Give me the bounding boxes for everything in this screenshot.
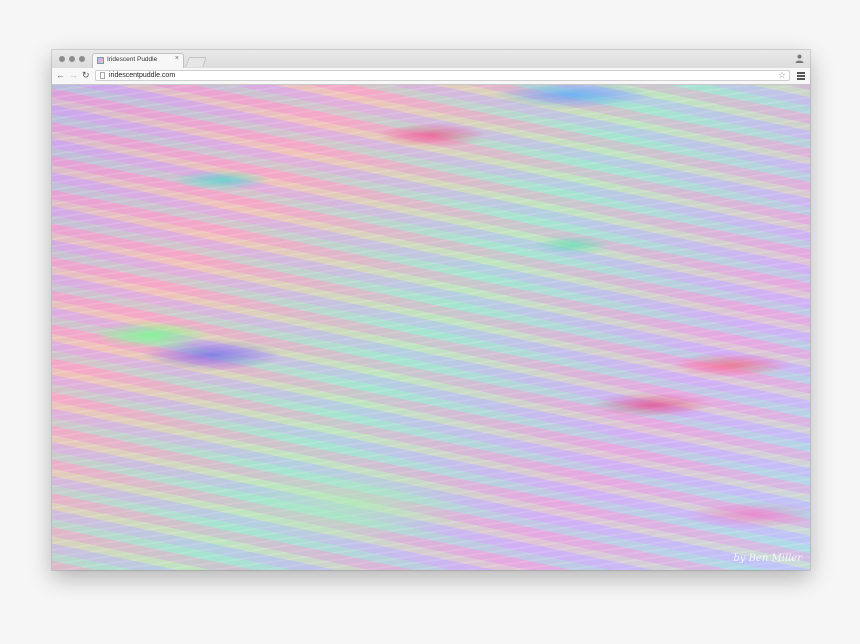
user-icon[interactable] [794,53,805,64]
minimize-window-button[interactable] [69,56,75,62]
back-arrow-icon[interactable]: ← [56,70,65,81]
star-icon[interactable]: ☆ [778,70,786,81]
reload-icon[interactable]: ↻ [82,70,90,81]
close-icon[interactable]: × [175,55,179,62]
close-window-button[interactable] [59,56,65,62]
iridescent-artwork[interactable]: by Ben Miller [52,85,810,570]
url-text[interactable]: iridescentpuddle.com [109,71,175,81]
forward-arrow-icon[interactable]: → [69,70,78,81]
hamburger-menu-icon[interactable] [797,72,805,81]
address-bar[interactable]: iridescentpuddle.com ☆ [95,70,790,81]
maximize-window-button[interactable] [79,56,85,62]
artist-signature: by Ben Miller [733,553,802,564]
browser-toolbar: ← → ↻ iridescentpuddle.com ☆ [52,68,810,85]
tab-strip: Iridescent Puddle × [52,50,810,69]
tab-iridescent-puddle[interactable]: Iridescent Puddle × [92,53,184,68]
page-icon [100,72,105,79]
new-tab-button[interactable] [185,57,207,67]
browser-window: Iridescent Puddle × ← → ↻ iridescentpudd… [52,50,810,570]
tab-title: Iridescent Puddle [107,56,158,63]
favicon-icon [97,57,104,64]
